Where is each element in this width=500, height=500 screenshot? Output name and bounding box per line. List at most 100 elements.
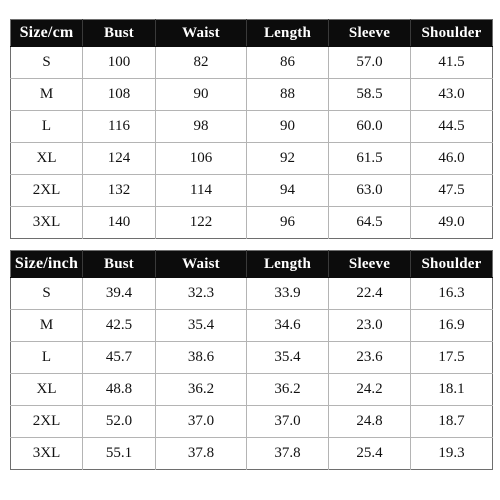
cell-bust: 42.5 <box>82 309 156 342</box>
cell-length: 37.0 <box>246 405 329 438</box>
column-header-shoulder: Shoulder <box>410 250 493 278</box>
cell-sleeve: 23.6 <box>328 341 411 374</box>
cell-shoulder: 41.5 <box>410 46 493 79</box>
table-body-inch: S 39.4 32.3 33.9 22.4 16.3 M 42.5 35.4 3… <box>10 277 493 470</box>
cell-shoulder: 44.5 <box>410 110 493 143</box>
column-header-bust: Bust <box>82 250 156 278</box>
table-row: S 39.4 32.3 33.9 22.4 16.3 <box>10 277 493 310</box>
cell-sleeve: 25.4 <box>328 437 411 470</box>
cell-size: M <box>10 78 83 111</box>
size-chart-page: Size/cm Bust Waist Length Sleeve Shoulde… <box>0 0 500 500</box>
cell-size: XL <box>10 142 83 175</box>
cell-size: XL <box>10 373 83 406</box>
column-header-sleeve: Sleeve <box>328 250 411 278</box>
cell-waist: 106 <box>155 142 247 175</box>
cell-size: 2XL <box>10 174 83 207</box>
cell-length: 36.2 <box>246 373 329 406</box>
cell-length: 33.9 <box>246 277 329 310</box>
cell-bust: 108 <box>82 78 156 111</box>
cell-waist: 35.4 <box>155 309 247 342</box>
cell-bust: 132 <box>82 174 156 207</box>
cell-waist: 98 <box>155 110 247 143</box>
column-header-size: Size/inch <box>10 250 83 278</box>
table-row: 2XL 132 114 94 63.0 47.5 <box>10 174 493 207</box>
cell-waist: 37.0 <box>155 405 247 438</box>
cell-size: L <box>10 341 83 374</box>
cell-waist: 36.2 <box>155 373 247 406</box>
cell-size: 3XL <box>10 437 83 470</box>
table-row: 3XL 140 122 96 64.5 49.0 <box>10 206 493 239</box>
cell-size: S <box>10 277 83 310</box>
table-row: L 116 98 90 60.0 44.5 <box>10 110 493 143</box>
cell-size: 2XL <box>10 405 83 438</box>
size-chart-table-inch: Size/inch Bust Waist Length Sleeve Shoul… <box>10 250 493 470</box>
cell-size: L <box>10 110 83 143</box>
column-header-waist: Waist <box>155 250 247 278</box>
table-row: XL 124 106 92 61.5 46.0 <box>10 142 493 175</box>
table-row: M 108 90 88 58.5 43.0 <box>10 78 493 111</box>
cell-shoulder: 18.1 <box>410 373 493 406</box>
header-row: Size/cm Bust Waist Length Sleeve Shoulde… <box>10 19 493 47</box>
cell-sleeve: 22.4 <box>328 277 411 310</box>
cell-length: 94 <box>246 174 329 207</box>
cell-sleeve: 60.0 <box>328 110 411 143</box>
cell-bust: 116 <box>82 110 156 143</box>
cell-waist: 38.6 <box>155 341 247 374</box>
cell-sleeve: 57.0 <box>328 46 411 79</box>
table-row: M 42.5 35.4 34.6 23.0 16.9 <box>10 309 493 342</box>
cell-length: 35.4 <box>246 341 329 374</box>
cell-waist: 32.3 <box>155 277 247 310</box>
cell-shoulder: 47.5 <box>410 174 493 207</box>
cell-bust: 100 <box>82 46 156 79</box>
cell-sleeve: 24.2 <box>328 373 411 406</box>
cell-sleeve: 61.5 <box>328 142 411 175</box>
cell-size: 3XL <box>10 206 83 239</box>
table-row: 2XL 52.0 37.0 37.0 24.8 18.7 <box>10 405 493 438</box>
cell-sleeve: 63.0 <box>328 174 411 207</box>
table-row: 3XL 55.1 37.8 37.8 25.4 19.3 <box>10 437 493 470</box>
cell-bust: 124 <box>82 142 156 175</box>
table-body-cm: S 100 82 86 57.0 41.5 M 108 90 88 58.5 4… <box>10 46 493 239</box>
table-row: S 100 82 86 57.0 41.5 <box>10 46 493 79</box>
cell-sleeve: 58.5 <box>328 78 411 111</box>
cell-waist: 122 <box>155 206 247 239</box>
cell-bust: 140 <box>82 206 156 239</box>
cell-length: 96 <box>246 206 329 239</box>
cell-sleeve: 23.0 <box>328 309 411 342</box>
table-row: L 45.7 38.6 35.4 23.6 17.5 <box>10 341 493 374</box>
cell-length: 37.8 <box>246 437 329 470</box>
cell-shoulder: 49.0 <box>410 206 493 239</box>
cell-waist: 82 <box>155 46 247 79</box>
cell-length: 92 <box>246 142 329 175</box>
header-row: Size/inch Bust Waist Length Sleeve Shoul… <box>10 250 493 278</box>
cell-waist: 114 <box>155 174 247 207</box>
cell-shoulder: 43.0 <box>410 78 493 111</box>
cell-shoulder: 19.3 <box>410 437 493 470</box>
cell-length: 86 <box>246 46 329 79</box>
cell-shoulder: 46.0 <box>410 142 493 175</box>
column-header-size: Size/cm <box>10 19 83 47</box>
cell-length: 88 <box>246 78 329 111</box>
cell-shoulder: 17.5 <box>410 341 493 374</box>
cell-length: 90 <box>246 110 329 143</box>
cell-length: 34.6 <box>246 309 329 342</box>
table-row: XL 48.8 36.2 36.2 24.2 18.1 <box>10 373 493 406</box>
cell-bust: 48.8 <box>82 373 156 406</box>
column-header-bust: Bust <box>82 19 156 47</box>
cell-sleeve: 64.5 <box>328 206 411 239</box>
table-header-cm: Size/cm Bust Waist Length Sleeve Shoulde… <box>10 19 493 47</box>
cell-bust: 52.0 <box>82 405 156 438</box>
column-header-length: Length <box>246 250 329 278</box>
cell-size: S <box>10 46 83 79</box>
cell-waist: 37.8 <box>155 437 247 470</box>
column-header-shoulder: Shoulder <box>410 19 493 47</box>
cell-shoulder: 18.7 <box>410 405 493 438</box>
column-header-length: Length <box>246 19 329 47</box>
cell-shoulder: 16.9 <box>410 309 493 342</box>
cell-sleeve: 24.8 <box>328 405 411 438</box>
cell-waist: 90 <box>155 78 247 111</box>
cell-bust: 45.7 <box>82 341 156 374</box>
column-header-sleeve: Sleeve <box>328 19 411 47</box>
column-header-waist: Waist <box>155 19 247 47</box>
cell-bust: 55.1 <box>82 437 156 470</box>
